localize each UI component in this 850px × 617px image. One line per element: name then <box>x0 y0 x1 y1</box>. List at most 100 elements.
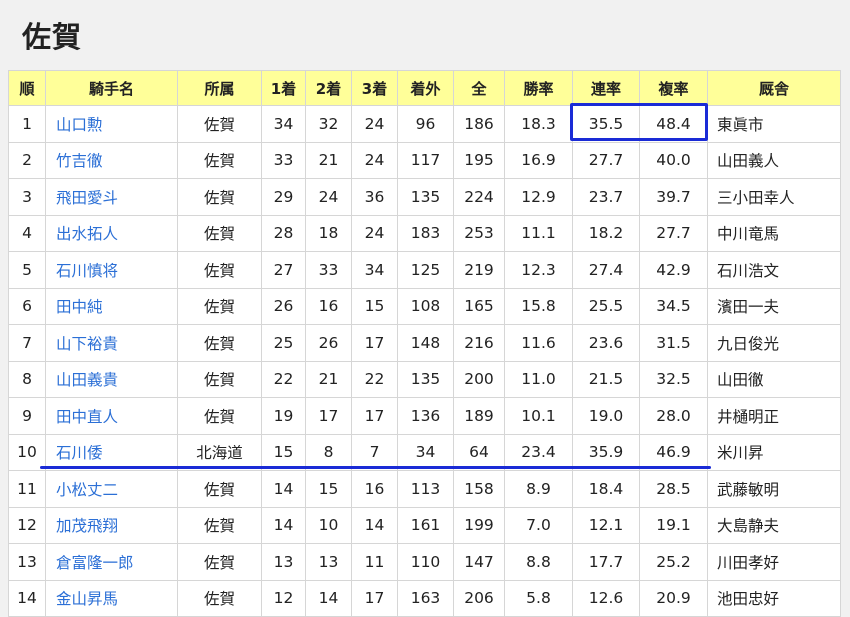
rank-cell: 6 <box>8 287 46 325</box>
stat-cell: 26 <box>305 324 352 362</box>
stat-cell: 15 <box>261 433 306 471</box>
page-title: 佐賀 <box>22 20 83 54</box>
jockey-name-link[interactable]: 田中純 <box>56 298 103 316</box>
stable-cell: 武藤敏明 <box>707 470 841 508</box>
jockey-standings-table: 順騎手名 所属 1着 2着 3着 着外全勝率 連率 複率 厩舎 1 山口勲 佐賀 34 32 24 96 18… <box>8 70 841 617</box>
stat-cell: 17 <box>305 397 352 435</box>
rank-cell: 4 <box>8 214 46 252</box>
stat-cell: 24 <box>351 105 398 143</box>
stat-cell: 199 <box>453 506 505 544</box>
stat-cell: 21.5 <box>572 360 640 398</box>
table-row: 12 加茂飛翔 佐賀 14 10 14 161 199 7.0 12.1 19.1 大島静夫 <box>8 506 841 544</box>
column-header: 2着 <box>305 70 352 106</box>
stat-cell: 17 <box>351 579 398 617</box>
stat-cell: 18.2 <box>572 214 640 252</box>
stat-cell: 42.9 <box>639 251 708 289</box>
stat-cell: 161 <box>397 506 454 544</box>
stat-cell: 135 <box>397 178 454 216</box>
rank-cell: 9 <box>8 397 46 435</box>
column-header: 順 <box>8 70 46 106</box>
stat-cell: 14 <box>261 506 306 544</box>
table-row: 14 金山昇馬 佐賀 12 14 17 163 206 5.8 12.6 20.9 池田忠好 <box>8 579 841 617</box>
jockey-name-link[interactable]: 山口勲 <box>56 116 103 134</box>
stat-cell: 183 <box>397 214 454 252</box>
stat-cell: 24 <box>305 178 352 216</box>
stable-cell: 石川浩文 <box>707 251 841 289</box>
stat-cell: 108 <box>397 287 454 325</box>
stat-cell: 北海道 <box>177 433 262 471</box>
stat-cell: 25.5 <box>572 287 640 325</box>
stat-cell: 147 <box>453 543 505 581</box>
stat-cell: 34 <box>397 433 454 471</box>
jockey-name-cell: 出水拓人 <box>45 214 178 252</box>
column-header: 3着 <box>351 70 398 106</box>
stat-cell: 163 <box>397 579 454 617</box>
stable-cell: 三小田幸人 <box>707 178 841 216</box>
stat-cell: 23.7 <box>572 178 640 216</box>
stat-cell: 11.1 <box>504 214 573 252</box>
stat-cell: 46.9 <box>639 433 708 471</box>
stat-cell: 25.2 <box>639 543 708 581</box>
stat-cell: 28.0 <box>639 397 708 435</box>
table-row: 6 田中純 佐賀 26 16 15 108 165 15.8 25.5 34.5 濱田一夫 <box>8 287 841 325</box>
jockey-name-link[interactable]: 出水拓人 <box>56 225 118 243</box>
stat-cell: 34.5 <box>639 287 708 325</box>
stat-cell: 27.7 <box>639 214 708 252</box>
table-row: 13 倉富隆一郎 佐賀 13 13 11 110 147 8.8 17.7 25.2 川田孝好 <box>8 543 841 581</box>
jockey-name-link[interactable]: 倉富隆一郎 <box>56 554 134 572</box>
stat-cell: 佐賀 <box>177 287 262 325</box>
column-header: 全 <box>453 70 505 106</box>
stat-cell: 19.0 <box>572 397 640 435</box>
jockey-name-cell: 山口勲 <box>45 105 178 143</box>
stat-cell: 15.8 <box>504 287 573 325</box>
stat-cell: 19 <box>261 397 306 435</box>
rank-cell: 3 <box>8 178 46 216</box>
jockey-name-cell: 山田義貴 <box>45 360 178 398</box>
stable-cell: 池田忠好 <box>707 579 841 617</box>
stat-cell: 7 <box>351 433 398 471</box>
stat-cell: 29 <box>261 178 306 216</box>
rank-cell: 8 <box>8 360 46 398</box>
stat-cell: 125 <box>397 251 454 289</box>
stat-cell: 186 <box>453 105 505 143</box>
jockey-name-link[interactable]: 飛田愛斗 <box>56 189 118 207</box>
jockey-name-link[interactable]: 山田義貴 <box>56 371 118 389</box>
stat-cell: 200 <box>453 360 505 398</box>
stat-cell: 113 <box>397 470 454 508</box>
jockey-name-cell: 田中直人 <box>45 397 178 435</box>
stat-cell: 佐賀 <box>177 397 262 435</box>
stat-cell: 5.8 <box>504 579 573 617</box>
stat-cell: 8.9 <box>504 470 573 508</box>
stat-cell: 117 <box>397 141 454 179</box>
stat-cell: 17 <box>351 324 398 362</box>
stat-cell: 14 <box>261 470 306 508</box>
stat-cell: 26 <box>261 287 306 325</box>
stat-cell: 33 <box>261 141 306 179</box>
stat-cell: 189 <box>453 397 505 435</box>
jockey-name-link[interactable]: 田中直人 <box>56 408 118 426</box>
stat-cell: 17 <box>351 397 398 435</box>
table-row: 3 飛田愛斗 佐賀 29 24 36 135 224 12.9 23.7 39.7 三小田幸人 <box>8 178 841 216</box>
jockey-name-link[interactable]: 金山昇馬 <box>56 590 118 608</box>
stat-cell: 11 <box>351 543 398 581</box>
stat-cell: 253 <box>453 214 505 252</box>
jockey-name-link[interactable]: 小松丈二 <box>56 481 118 499</box>
jockey-name-cell: 山下裕貴 <box>45 324 178 362</box>
rank-cell: 7 <box>8 324 46 362</box>
jockey-name-link[interactable]: 加茂飛翔 <box>56 517 118 535</box>
jockey-name-link[interactable]: 石川倭 <box>56 444 103 462</box>
stable-cell: 山田義人 <box>707 141 841 179</box>
stat-cell: 16 <box>351 470 398 508</box>
jockey-name-link[interactable]: 竹吉徹 <box>56 152 103 170</box>
stable-cell: 山田徹 <box>707 360 841 398</box>
stat-cell: 33 <box>305 251 352 289</box>
stat-cell: 12.6 <box>572 579 640 617</box>
stat-cell: 14 <box>351 506 398 544</box>
stat-cell: 15 <box>351 287 398 325</box>
jockey-name-link[interactable]: 山下裕貴 <box>56 335 118 353</box>
stable-cell: 東眞市 <box>707 105 841 143</box>
stat-cell: 佐賀 <box>177 579 262 617</box>
jockey-name-link[interactable]: 石川慎将 <box>56 262 118 280</box>
stat-cell: 11.6 <box>504 324 573 362</box>
stat-cell: 195 <box>453 141 505 179</box>
